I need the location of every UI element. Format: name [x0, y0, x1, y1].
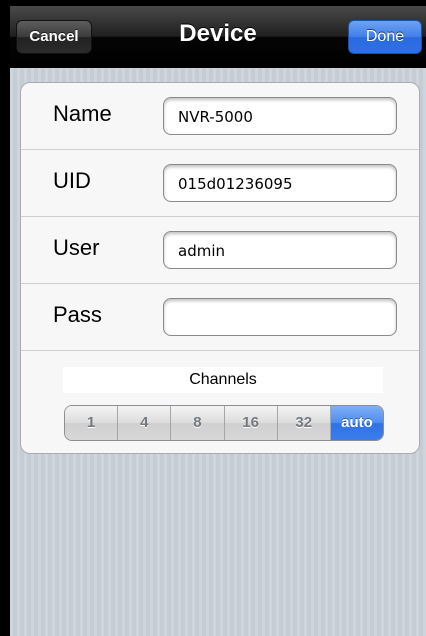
screen: Cancel Device Done Name NVR-5000 UID 015…	[10, 6, 426, 636]
device-form-group: Name NVR-5000 UID 015d01236095 User admi…	[20, 82, 420, 454]
device-frame: Cancel Device Done Name NVR-5000 UID 015…	[0, 0, 426, 636]
name-row: Name NVR-5000	[21, 83, 419, 150]
name-label: Name	[53, 101, 112, 126]
done-button[interactable]: Done	[348, 20, 422, 54]
uid-label: UID	[53, 168, 91, 193]
uid-row: UID 015d01236095	[21, 150, 419, 217]
channel-option-auto[interactable]: auto	[330, 406, 383, 440]
user-row: User admin	[21, 217, 419, 284]
channels-segmented-control: 1 4 8 16 32 auto	[64, 405, 384, 441]
channel-option-16[interactable]: 16	[224, 406, 278, 440]
user-field[interactable]: admin	[163, 231, 397, 269]
uid-field[interactable]: 015d01236095	[163, 164, 397, 202]
pass-row: Pass	[21, 284, 419, 351]
pass-field[interactable]	[163, 298, 397, 336]
channel-option-1[interactable]: 1	[65, 406, 119, 440]
navigation-bar: Cancel Device Done	[10, 6, 426, 68]
channel-option-4[interactable]: 4	[118, 406, 172, 440]
channels-title: Channels	[63, 367, 383, 393]
channel-option-32[interactable]: 32	[277, 406, 331, 440]
user-label: User	[53, 235, 100, 260]
channel-option-8[interactable]: 8	[171, 406, 225, 440]
name-field[interactable]: NVR-5000	[163, 97, 397, 135]
pass-label: Pass	[53, 302, 102, 327]
